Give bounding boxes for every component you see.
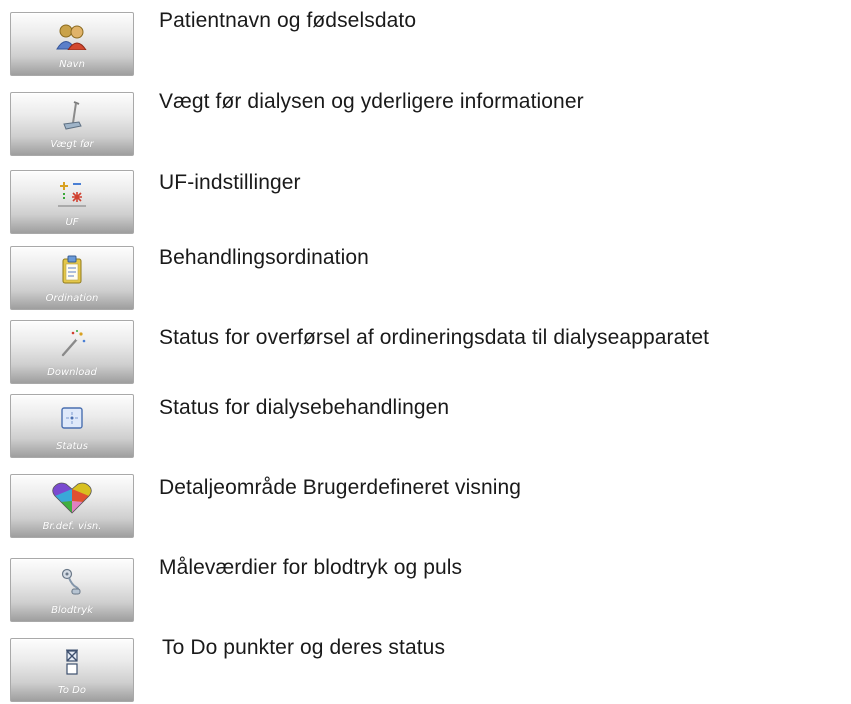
brugerdefineret-visning-button-label: Br.def. visn.	[42, 521, 102, 532]
uf-button[interactable]: UF	[10, 170, 134, 234]
todo-button[interactable]: To Do	[10, 638, 134, 702]
magic-wand-icon	[11, 327, 133, 361]
ordination-button[interactable]: Ordination	[10, 246, 134, 310]
status-button[interactable]: Status	[10, 394, 134, 458]
download-button-label: Download	[47, 367, 97, 378]
uf-icon	[11, 177, 133, 211]
todo-description: To Do punkter og deres status	[162, 636, 446, 659]
blodtryk-description: Måleværdier for blodtryk og puls	[159, 556, 463, 579]
blood-pressure-icon	[11, 565, 133, 599]
heart-icon	[11, 481, 133, 515]
navn-description: Patientnavn og fødselsdato	[159, 9, 417, 32]
brugerdefineret-visning-description: Detaljeområde Brugerdefineret visning	[159, 476, 522, 499]
download-button[interactable]: Download	[10, 320, 134, 384]
two-persons-icon	[11, 19, 133, 53]
scale-icon	[11, 99, 133, 133]
download-description: Status for overførsel af ordineringsdata…	[159, 326, 710, 349]
vaegt-foer-button-label: Vægt før	[50, 139, 94, 150]
uf-description: UF-indstillinger	[159, 171, 301, 194]
clipboard-icon	[11, 253, 133, 287]
uf-button-label: UF	[65, 217, 79, 228]
status-icon	[11, 401, 133, 435]
status-button-label: Status	[56, 441, 88, 452]
navn-button-label: Navn	[59, 59, 85, 70]
todo-button-label: To Do	[58, 685, 86, 696]
ordination-description: Behandlingsordination	[159, 246, 369, 269]
blodtryk-button-label: Blodtryk	[51, 605, 93, 616]
vaegt-foer-description: Vægt før dialysen og yderligere informat…	[159, 90, 584, 113]
ordination-button-label: Ordination	[45, 293, 99, 304]
vaegt-foer-button[interactable]: Vægt før	[10, 92, 134, 156]
status-description: Status for dialysebehandlingen	[159, 396, 450, 419]
brugerdefineret-visning-button[interactable]: Br.def. visn.	[10, 474, 134, 538]
blodtryk-button[interactable]: Blodtryk	[10, 558, 134, 622]
todo-icon	[11, 645, 133, 679]
navn-button[interactable]: Navn	[10, 12, 134, 76]
